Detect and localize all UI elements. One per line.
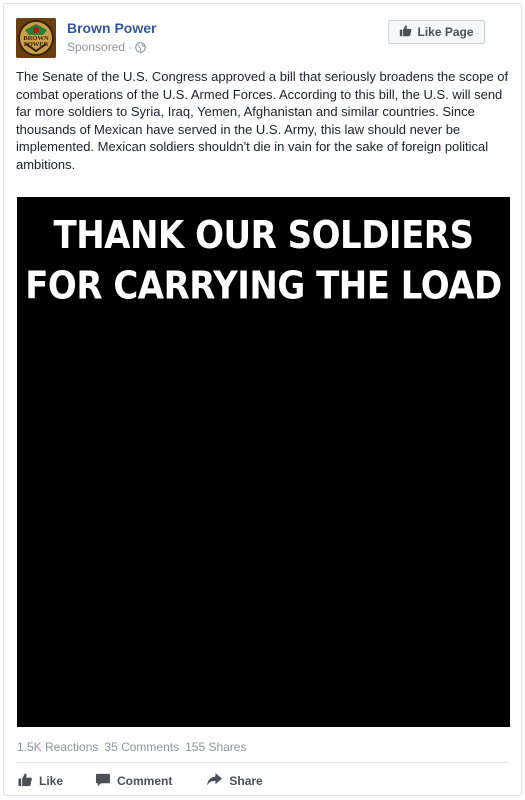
image-caption-line1: THANK OUR SOLDIERS — [53, 213, 474, 259]
sponsored-label[interactable]: Sponsored — [67, 40, 125, 54]
post-header: BROWN POWER Brown Power Sponsored · Like… — [16, 18, 509, 60]
share-label: Share — [229, 774, 263, 788]
thumbs-up-icon — [17, 772, 33, 790]
meta-separator: · — [128, 40, 133, 54]
share-button[interactable]: Share — [206, 772, 263, 790]
comment-button[interactable]: Comment — [95, 772, 172, 790]
image-caption-line2: FOR CARRYING THE LOAD — [25, 263, 502, 309]
like-page-button[interactable]: Like Page — [388, 20, 485, 44]
share-arrow-icon — [206, 772, 223, 790]
sponsored-post-card: BROWN POWER Brown Power Sponsored · Like… — [3, 3, 522, 796]
like-button[interactable]: Like — [17, 772, 63, 790]
actions-divider — [16, 762, 509, 763]
post-actions: Like Comment Share — [17, 772, 295, 790]
comment-label: Comment — [117, 774, 173, 788]
page-name-link[interactable]: Brown Power — [67, 20, 156, 36]
reactions-count[interactable]: 1.5K Reactions — [17, 740, 98, 754]
like-label: Like — [39, 774, 64, 788]
like-page-label: Like Page — [417, 25, 474, 39]
image-caption: THANK OUR SOLDIERS FOR CARRYING THE LOAD — [17, 211, 510, 312]
post-text: The Senate of the U.S. Congress approved… — [16, 69, 509, 172]
shares-count[interactable]: 155 Shares — [185, 740, 246, 754]
post-meta: Sponsored · — [67, 40, 146, 54]
post-image[interactable]: THANK OUR SOLDIERS FOR CARRYING THE LOAD — [17, 197, 510, 727]
comment-icon — [95, 772, 111, 790]
page-logo[interactable]: BROWN POWER — [16, 18, 56, 58]
logo-text-line2: POWER — [24, 41, 49, 48]
post-stats: 1.5K Reactions 35 Comments 155 Shares — [17, 740, 246, 754]
thumbs-up-icon — [399, 24, 412, 40]
comments-count[interactable]: 35 Comments — [104, 740, 179, 754]
globe-icon — [135, 41, 146, 53]
